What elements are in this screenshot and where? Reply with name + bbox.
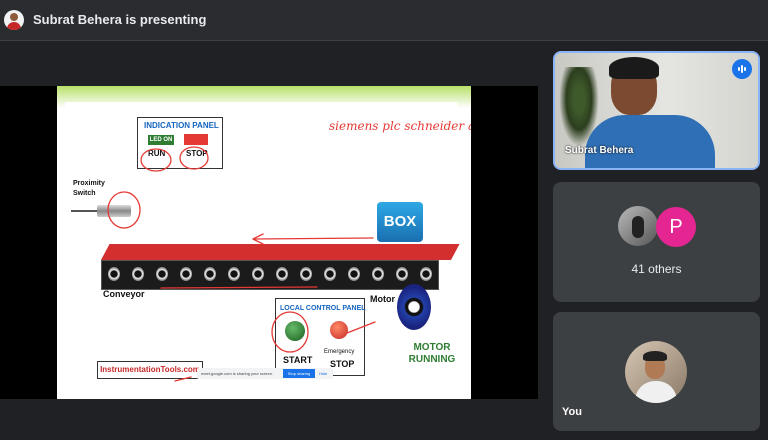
share-bar-text: meet.google.com is sharing your screen. [201,371,274,376]
motor-icon [397,284,431,330]
emergency-stop-label: STOP [330,359,355,369]
local-control-panel: LOCAL CONTROL PANEL START Emergency STOP [275,298,366,376]
presenter-video-tile[interactable]: Subrat Behera [553,51,760,170]
sensor-cable [71,210,99,212]
top-bar: Subrat Behera is presenting [0,0,768,41]
mic-activity-icon [732,59,752,79]
presenter-avatar-icon [4,10,24,30]
stop-sharing-button[interactable]: Stop sharing [283,369,315,378]
others-count: 41 others [631,262,682,276]
led-on-indicator: LED ON [148,135,174,145]
self-avatar [625,341,687,403]
motor-label: Motor [370,294,395,304]
presentation-slide: INDICATION PANEL LED ON RUN STOP Proximi… [57,86,471,399]
self-label: You [562,406,582,418]
box-item: BOX [377,202,423,242]
local-control-panel-title: LOCAL CONTROL PANEL [280,305,366,312]
proximity-sensor-icon [97,205,131,217]
hide-share-bar-link[interactable]: Hide [319,371,327,376]
screen-share-bar: meet.google.com is sharing your screen. … [197,368,333,379]
self-tile[interactable]: You [553,312,760,431]
indication-panel: INDICATION PANEL LED ON RUN STOP [137,117,223,169]
participant-initial-avatar: P [656,207,696,247]
conveyor-belt-top [101,244,460,260]
led-red-indicator [184,134,208,145]
motor-running-label: MOTOR RUNNING [408,342,456,365]
presenting-title: Subrat Behera is presenting [33,12,207,27]
emergency-label: Emergency [324,349,355,355]
participant-avatar [618,206,658,246]
start-label: START [283,355,313,365]
others-tile[interactable]: P 41 others [553,182,760,302]
start-button-graphic [285,321,305,341]
conveyor-label: Conveyor [103,289,145,299]
proximity-switch-label: Proximity Switch [73,180,105,197]
presentation-stage[interactable]: INDICATION PANEL LED ON RUN STOP Proximi… [0,86,538,399]
emergency-stop-button-graphic [330,321,348,339]
run-label: RUN [148,149,166,158]
conveyor-body [101,260,439,290]
stop-label: STOP [186,149,208,158]
brand-label: InstrumentationTools.com [97,361,203,379]
presenter-name-label: Subrat Behera [565,145,634,156]
indication-panel-title: INDICATION PANEL [144,121,219,130]
